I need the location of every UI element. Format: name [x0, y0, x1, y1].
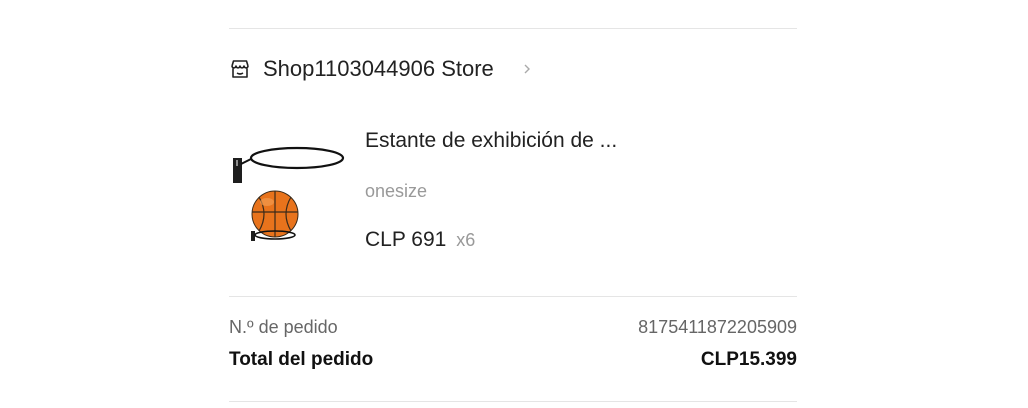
product-title[interactable]: Estante de exhibición de ... [365, 129, 617, 153]
product-price-row: CLP 691 x6 [365, 228, 475, 252]
chevron-right-icon [522, 62, 532, 76]
middle-divider [229, 296, 797, 297]
store-icon [229, 58, 251, 80]
order-total-value: CLP15.399 [700, 349, 797, 370]
order-number-value: 8175411872205909 [638, 317, 797, 337]
product-variant: onesize [365, 181, 428, 201]
order-total-label: Total del pedido [229, 349, 374, 370]
store-link[interactable]: Shop1103044906 Store [229, 52, 532, 86]
bottom-divider [229, 401, 797, 402]
store-name: Shop1103044906 Store [263, 56, 494, 81]
product-quantity: x6 [456, 230, 476, 250]
product-image[interactable] [229, 140, 347, 248]
product-price: CLP 691 [365, 228, 447, 251]
top-divider [229, 28, 797, 29]
order-number-label: N.º de pedido [229, 317, 338, 337]
